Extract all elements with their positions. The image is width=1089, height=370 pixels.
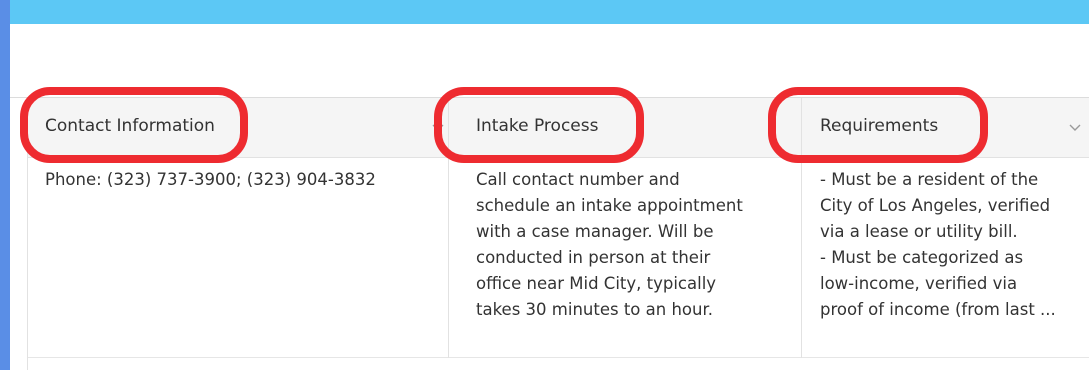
cell-intake-process[interactable]: Call contact number and schedule an inta… bbox=[449, 159, 802, 358]
intake-line: office near Mid City, typically bbox=[476, 274, 717, 293]
top-bar bbox=[10, 0, 1089, 24]
cell-requirements[interactable]: - Must be a resident of the City of Los … bbox=[802, 159, 1089, 358]
intake-text: Call contact number and schedule an inta… bbox=[476, 167, 743, 323]
requirements-line: - Must be categorized as bbox=[820, 248, 1024, 267]
requirements-line: via a lease or utility bill. bbox=[820, 222, 1018, 241]
intake-line: schedule an intake appointment bbox=[476, 196, 743, 215]
intake-line: conducted in person at their bbox=[476, 248, 711, 267]
chevron-down-icon[interactable] bbox=[1068, 120, 1082, 134]
requirements-line: City of Los Angeles, verified bbox=[820, 196, 1051, 215]
cell-contact-information[interactable]: Phone: (323) 737-3900; (323) 904-3832 bbox=[28, 159, 449, 358]
intake-line: takes 30 minutes to an hour. bbox=[476, 300, 713, 319]
requirements-line: low-income, verified via bbox=[820, 274, 1018, 293]
requirements-line: proof of income (from last ... bbox=[820, 300, 1056, 319]
highlight-requirements bbox=[768, 87, 988, 163]
highlight-contact-information bbox=[20, 87, 248, 163]
requirements-text: - Must be a resident of the City of Los … bbox=[820, 167, 1056, 323]
intake-line: Call contact number and bbox=[476, 170, 680, 189]
contact-text: Phone: (323) 737-3900; (323) 904-3832 bbox=[45, 170, 376, 189]
intake-line: with a case manager. Will be bbox=[476, 222, 714, 241]
screenshot-frame: Contact Information Intake Process Requi… bbox=[10, 0, 1089, 370]
table-row[interactable]: Phone: (323) 737-3900; (323) 904-3832 Ca… bbox=[10, 159, 1089, 358]
highlight-intake-process bbox=[434, 87, 644, 163]
requirements-line: - Must be a resident of the bbox=[820, 170, 1039, 189]
